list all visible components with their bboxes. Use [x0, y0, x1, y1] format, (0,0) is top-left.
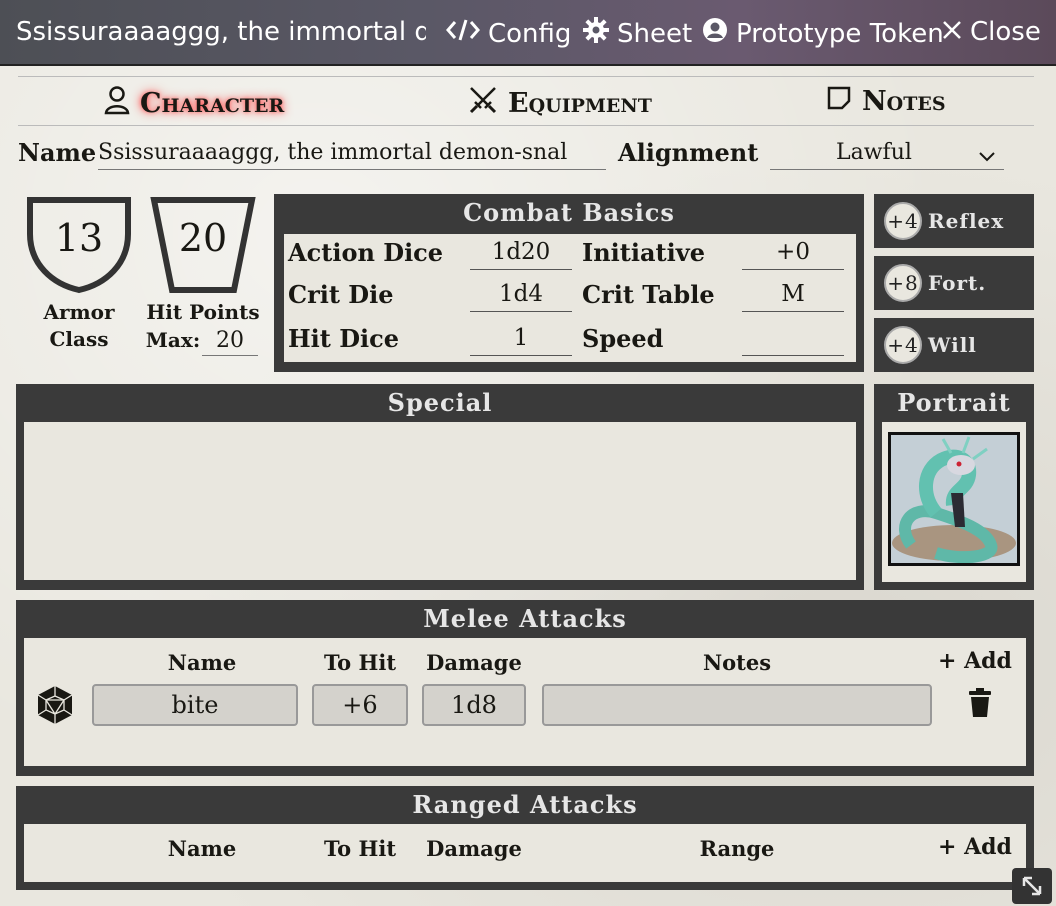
- will-save-label: Will: [928, 333, 977, 357]
- alignment-value: Lawful: [836, 140, 912, 165]
- will-save[interactable]: +4 Will: [874, 318, 1034, 372]
- melee-col-name: Name: [167, 650, 237, 675]
- melee-col-to-hit: To Hit: [323, 650, 397, 675]
- initiative-field[interactable]: +0: [742, 236, 844, 270]
- portrait-panel: Portrait: [874, 384, 1034, 590]
- armor-class-label: Armor Class: [28, 299, 130, 353]
- action-dice-label: Action Dice: [288, 238, 444, 267]
- sheet-label: Sheet: [617, 18, 693, 49]
- tab-character-label: Character: [140, 88, 285, 119]
- armor-class-shield: 13: [26, 196, 132, 294]
- melee-col-notes: Notes: [702, 650, 772, 675]
- special-panel: Special: [16, 384, 864, 590]
- sheet-button[interactable]: Sheet: [583, 17, 692, 50]
- note-icon: [826, 85, 852, 118]
- resize-handle[interactable]: [1012, 868, 1052, 904]
- close-label: Close: [970, 17, 1041, 47]
- will-save-value: +4: [884, 326, 922, 364]
- melee-attack-to-hit[interactable]: +6: [312, 684, 408, 726]
- action-dice-field[interactable]: 1d20: [470, 236, 572, 270]
- ranged-col-damage: Damage: [426, 836, 522, 861]
- portrait-image[interactable]: [888, 432, 1020, 566]
- reflex-save-content: +4 Reflex: [884, 202, 1004, 240]
- melee-attack-notes[interactable]: [542, 684, 932, 726]
- ranged-col-range: Range: [699, 836, 775, 861]
- fort-save-content: +8 Fort.: [884, 264, 986, 302]
- armor-class-value[interactable]: 13: [26, 216, 132, 260]
- hp-max-field[interactable]: 20: [202, 328, 258, 356]
- melee-attack-damage[interactable]: 1d8: [422, 684, 526, 726]
- character-sheet: Character Equipment Notes Name Ssissuraa…: [0, 66, 1056, 906]
- close-icon: [942, 17, 962, 47]
- window-header[interactable]: Ssissuraaaaggg, the immortal de Config S…: [0, 0, 1056, 66]
- code-icon: [446, 17, 480, 50]
- portrait-title: Portrait: [897, 388, 1011, 417]
- name-field[interactable]: Ssissuraaaaggg, the immortal demon-snal: [98, 140, 606, 170]
- expand-icon: [1012, 876, 1052, 906]
- hp-max-label: Max:: [145, 328, 201, 352]
- prototype-token-label: Prototype Token: [736, 18, 944, 49]
- gear-icon: [583, 17, 609, 50]
- hit-dice-field[interactable]: 1: [470, 322, 572, 356]
- reflex-save[interactable]: +4 Reflex: [874, 194, 1034, 248]
- chevron-down-icon: [978, 144, 996, 169]
- speed-field[interactable]: [742, 322, 844, 356]
- name-label: Name: [18, 138, 97, 167]
- reflex-save-value: +4: [884, 202, 922, 240]
- ranged-attacks-body: Name To Hit Damage Range + Add: [24, 824, 1026, 882]
- trash-icon[interactable]: [968, 688, 992, 722]
- alignment-select[interactable]: Lawful: [770, 140, 1004, 170]
- crit-die-label: Crit Die: [288, 280, 394, 309]
- melee-attacks-title: Melee Attacks: [423, 604, 627, 633]
- combat-basics-body: Action Dice 1d20 Initiative +0 Crit Die …: [284, 234, 856, 362]
- melee-attacks-panel: Melee Attacks Name To Hit Damage Notes +…: [16, 600, 1034, 776]
- user-circle-icon: [702, 17, 728, 50]
- tab-character[interactable]: Character: [104, 85, 284, 122]
- will-save-content: +4 Will: [884, 326, 977, 364]
- ranged-attacks-panel: Ranged Attacks Name To Hit Damage Range …: [16, 786, 1034, 890]
- tab-equipment[interactable]: Equipment: [468, 85, 652, 122]
- melee-col-damage: Damage: [426, 650, 522, 675]
- window-title: Ssissuraaaaggg, the immortal de: [16, 17, 426, 47]
- special-title: Special: [387, 388, 493, 417]
- ranged-col-to-hit: To Hit: [323, 836, 397, 861]
- config-button[interactable]: Config: [446, 17, 571, 50]
- hit-points-shield: 20: [150, 196, 256, 294]
- crossed-swords-icon: [468, 85, 498, 122]
- combat-basics-panel: Combat Basics Action Dice 1d20 Initiativ…: [274, 194, 864, 372]
- fort-save-label: Fort.: [928, 271, 987, 295]
- armor-class-label-line2: Class: [49, 327, 109, 351]
- tab-notes[interactable]: Notes: [826, 85, 946, 118]
- ranged-col-name: Name: [167, 836, 237, 861]
- hit-points-value[interactable]: 20: [150, 216, 256, 260]
- crit-table-label: Crit Table: [582, 280, 715, 309]
- speed-label: Speed: [582, 324, 664, 353]
- reflex-save-label: Reflex: [928, 209, 1005, 233]
- special-textarea[interactable]: [24, 422, 856, 580]
- melee-attacks-body: Name To Hit Damage Notes + Add bite +6 1…: [24, 638, 1026, 766]
- hit-dice-label: Hit Dice: [288, 324, 400, 353]
- tab-notes-label: Notes: [862, 86, 946, 117]
- combat-basics-title: Combat Basics: [463, 198, 675, 227]
- hit-points-label: Hit Points: [146, 300, 260, 324]
- crit-table-field[interactable]: M: [742, 278, 844, 312]
- melee-attack-name[interactable]: bite: [92, 684, 298, 726]
- sheet-tabs: Character Equipment Notes: [18, 76, 1034, 126]
- crit-die-field[interactable]: 1d4: [470, 278, 572, 312]
- close-button[interactable]: Close: [942, 17, 1041, 47]
- portrait-frame: [882, 422, 1026, 582]
- fort-save[interactable]: +8 Fort.: [874, 256, 1034, 310]
- add-ranged-attack-button[interactable]: + Add: [938, 834, 1012, 860]
- alignment-label: Alignment: [618, 138, 759, 167]
- d20-roll-icon[interactable]: [34, 684, 76, 730]
- armor-class-label-line1: Armor: [43, 300, 115, 324]
- tab-equipment-label: Equipment: [508, 88, 652, 119]
- add-melee-attack-button[interactable]: + Add: [938, 648, 1012, 674]
- user-icon: [104, 85, 130, 122]
- config-label: Config: [488, 18, 572, 49]
- ranged-attacks-title: Ranged Attacks: [412, 790, 638, 819]
- prototype-token-button[interactable]: Prototype Token: [702, 17, 944, 50]
- initiative-label: Initiative: [582, 238, 705, 267]
- fort-save-value: +8: [884, 264, 922, 302]
